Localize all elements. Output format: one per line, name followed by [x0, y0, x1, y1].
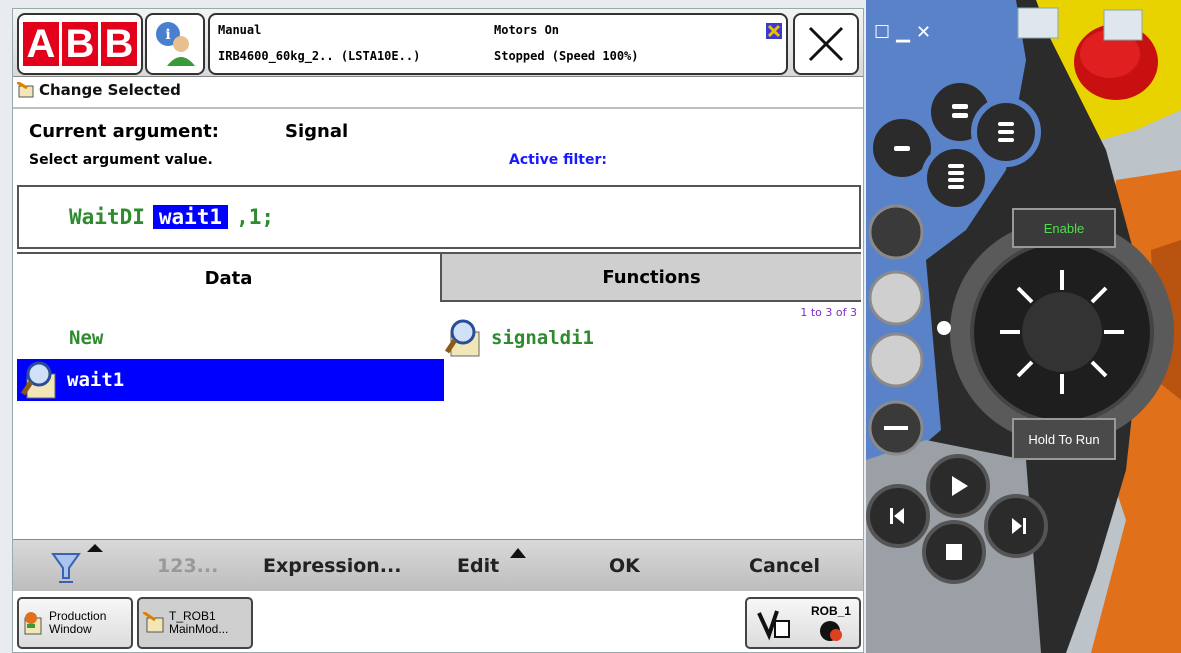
restore-icon[interactable]: ☐ [874, 22, 890, 43]
tab-data[interactable]: Data [17, 252, 440, 302]
mechanical-unit-label: ROB_1 [810, 603, 851, 618]
program-editor-task-button[interactable]: T_ROB1 MainMod... [137, 597, 253, 649]
quickset-button[interactable]: ROB_1 [745, 597, 861, 649]
program-editor-icon [143, 612, 164, 633]
jog-unit-icon [757, 610, 790, 641]
operating-mode: Manual [218, 23, 262, 37]
mechanical-unit-button[interactable] [868, 204, 924, 260]
speed-icon [766, 23, 782, 39]
expression-button[interactable]: Expression... [263, 540, 401, 592]
hold-to-run-button[interactable]: Hold To Run [1012, 418, 1116, 460]
instruction-editor: WaitDI wait1 ,1; [17, 185, 861, 249]
list-item-wait1[interactable]: wait1 [17, 359, 444, 401]
tab-functions[interactable]: Functions [440, 252, 861, 302]
system-name: IRB4600_60kg_2.. (LSTA10E..) [218, 49, 421, 63]
program-editor-icon [17, 82, 34, 98]
selected-argument[interactable]: wait1 [152, 205, 229, 229]
info-person-icon: i [156, 22, 195, 66]
increment-button[interactable] [868, 332, 924, 388]
active-filter-label[interactable]: Active filter: [509, 152, 607, 168]
ok-button[interactable]: OK [609, 540, 640, 592]
speed-dial-icon [819, 620, 842, 641]
device-window-controls: ☐ ▁ ✕ [874, 22, 931, 43]
abb-menu-button[interactable]: A B B [17, 13, 143, 75]
desktop-icon [1103, 9, 1143, 41]
command-bar: 123... Expression... Edit OK Cancel [13, 539, 863, 592]
jog-device-illustration [866, 0, 1181, 653]
svg-text:i: i [165, 27, 170, 43]
abb-logo: A B B [23, 22, 137, 66]
event-log-button[interactable]: i [145, 13, 205, 75]
list-item-signaldi1[interactable]: signaldi1 [445, 317, 594, 359]
stylus-holder [937, 321, 951, 335]
numeric-button[interactable]: 123... [157, 540, 218, 592]
filter-button[interactable] [49, 540, 109, 592]
signal-data-icon [445, 319, 480, 357]
flexpendant-screen: A B B i Manual IRB4600_60kg_2.. (LSTA10E… [12, 8, 864, 653]
close-button[interactable] [793, 13, 859, 75]
close-icon[interactable]: ✕ [916, 22, 931, 43]
list-page-count: 1 to 3 of 3 [800, 306, 857, 319]
cancel-button[interactable]: Cancel [749, 540, 820, 592]
jog-device-background [866, 0, 1181, 653]
desktop-icon [1017, 7, 1059, 39]
caret-up-icon [510, 548, 527, 558]
enable-button[interactable]: Enable [1012, 208, 1116, 248]
instruction-keyword: WaitDI [69, 205, 145, 229]
status-panel[interactable]: Manual IRB4600_60kg_2.. (LSTA10E..) Moto… [208, 13, 788, 75]
taskbar: Production Window T_ROB1 MainMod... ROB_… [13, 591, 863, 652]
minimize-icon[interactable]: ▁ [896, 22, 910, 43]
divider [13, 107, 863, 109]
filter-icon [51, 544, 103, 583]
production-icon [24, 612, 42, 635]
close-icon [808, 26, 844, 62]
instruction-line: WaitDI wait1 ,1; [69, 205, 274, 229]
window-title: Change Selected [17, 81, 181, 99]
motion-mode-button[interactable] [868, 270, 924, 326]
signal-data-icon [21, 361, 56, 399]
motor-state: Motors On [494, 23, 560, 37]
edit-button[interactable]: Edit [457, 540, 529, 592]
run-state: Stopped (Speed 100%) [494, 49, 639, 63]
list-item-new[interactable]: New [69, 317, 103, 359]
current-argument-value: Signal [285, 121, 349, 142]
instruction-rest: ,1; [236, 205, 275, 229]
instruction-text: Select argument value. [29, 152, 213, 168]
production-window-button[interactable]: Production Window [17, 597, 133, 649]
top-bar: A B B i Manual IRB4600_60kg_2.. (LSTA10E… [13, 9, 863, 77]
current-argument-label: Current argument: [29, 121, 219, 142]
